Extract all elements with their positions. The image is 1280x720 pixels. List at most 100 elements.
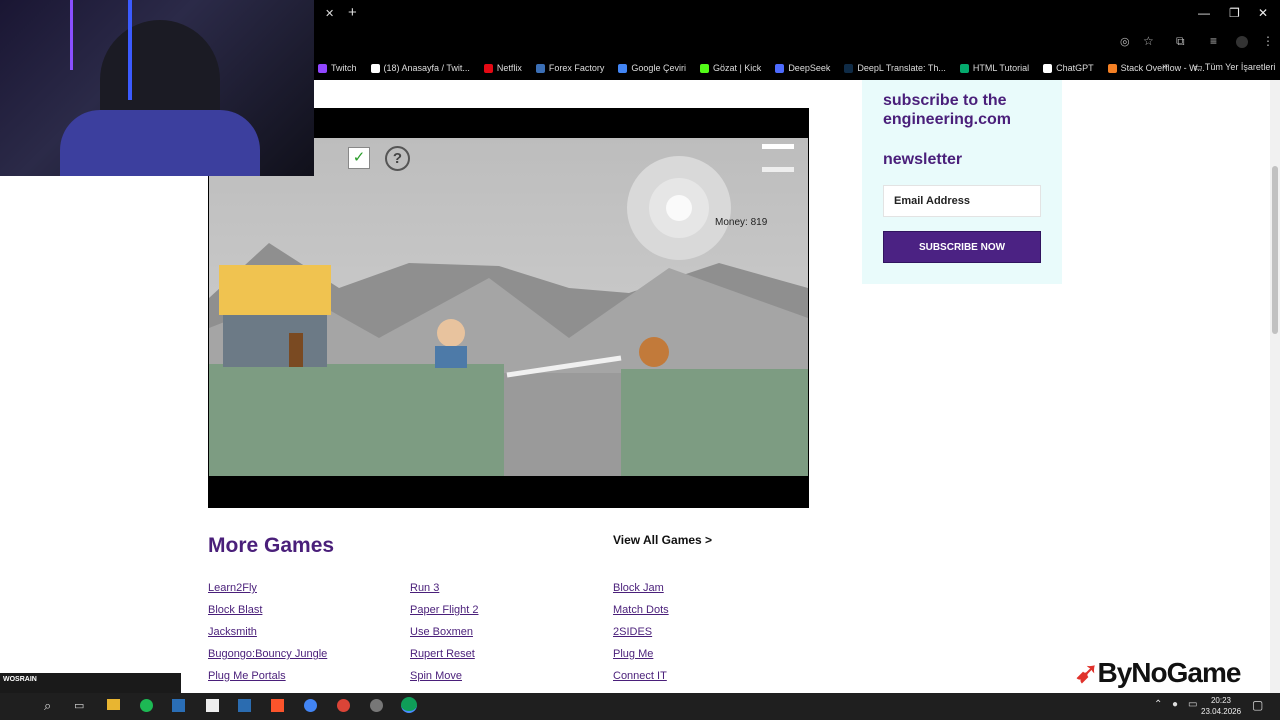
bookmark-label: Twitch (331, 63, 357, 73)
help-icon[interactable]: ? (385, 146, 410, 171)
led-strip (70, 0, 73, 70)
game-link[interactable]: Plug Me (613, 648, 653, 660)
menu-icon[interactable]: ⋮ (1262, 34, 1274, 48)
bookmark-icon (370, 63, 380, 73)
bookmark-label: ChatGPT (1056, 63, 1094, 73)
task-view-icon[interactable]: ▭ (74, 699, 84, 712)
game-link[interactable]: Bugongo:Bouncy Jungle (208, 648, 327, 660)
bookmark-item[interactable]: HTML Tutorial (959, 63, 1030, 73)
game-canvas[interactable]: ✓ ? Money: 819 (209, 138, 808, 476)
all-bookmarks[interactable]: ▭ Tüm Yer İşaretleri (1194, 62, 1275, 73)
brave-icon[interactable] (271, 699, 284, 712)
scrollbar-thumb[interactable] (1272, 166, 1278, 334)
game-link[interactable]: Connect IT (613, 670, 667, 682)
game-link[interactable]: Block Jam (613, 582, 664, 594)
game-link[interactable]: Block Blast (208, 604, 262, 616)
clock-time[interactable]: 20:23 (1201, 696, 1241, 705)
bookmark-icon (318, 63, 327, 73)
steam-icon[interactable] (172, 699, 185, 712)
stream-label: WOSRAIN (3, 676, 37, 683)
streamer-shirt (60, 110, 260, 176)
chrome-profile-icon[interactable] (337, 699, 350, 712)
bookmark-label: Forex Factory (548, 63, 605, 73)
bookmark-icon (775, 63, 785, 73)
bookmark-label: Gözat | Kick (712, 63, 762, 73)
tab-close-icon[interactable]: ✕ (325, 7, 334, 20)
bookmark-label: HTML Tutorial (972, 63, 1030, 73)
network-icon[interactable]: ▭ (1188, 699, 1197, 710)
minimize-icon[interactable]: — (1198, 6, 1210, 20)
clock-date[interactable]: 23.04.2026 (1201, 707, 1241, 716)
bookmark-label: Google Çeviri (631, 63, 686, 73)
pause-icon[interactable] (762, 144, 794, 172)
bookmark-item[interactable]: Stack Overflow - W... (1107, 63, 1205, 73)
game-link[interactable]: Paper Flight 2 (410, 604, 478, 616)
view-all-games-link[interactable]: View All Games > (613, 533, 712, 547)
game-link[interactable]: Match Dots (613, 604, 669, 616)
bynogame-logo: ➹ByNoGame (1075, 656, 1241, 689)
scrollbar[interactable] (1270, 80, 1280, 693)
file-explorer-icon[interactable] (107, 699, 120, 710)
bookmark-item[interactable]: Netflix (483, 63, 522, 73)
spotify-icon[interactable] (140, 699, 153, 712)
bookmark-item[interactable]: (18) Anasayfa / Twit... (370, 63, 470, 73)
bookmark-label: DeepL Translate: Th... (857, 63, 946, 73)
notifications-icon[interactable]: ▢ (1252, 698, 1263, 712)
newsletter-title-line2: engineering.com (883, 111, 1012, 128)
game-link[interactable]: 2SIDES (613, 626, 652, 638)
mic-icon[interactable]: ● (1172, 699, 1178, 710)
notion-icon[interactable] (206, 699, 219, 712)
newsletter-title-line3: newsletter (883, 151, 963, 168)
bookmark-icon (618, 63, 628, 73)
game-link[interactable]: Rupert Reset (410, 648, 475, 660)
chrome-active-icon[interactable] (401, 697, 417, 713)
bookmark-item[interactable]: Twitch (318, 63, 357, 73)
bookmark-label: (18) Anasayfa / Twit... (383, 63, 470, 73)
search-icon[interactable]: ⌕ (44, 698, 51, 714)
game-landscape (209, 156, 808, 476)
newsletter-title-line1: subscribe to the (883, 92, 1007, 109)
bookmark-icon (699, 63, 709, 73)
subscribe-button[interactable]: SUBSCRIBE NOW (883, 231, 1041, 263)
bookmark-icon (535, 63, 545, 73)
logo-text: ByNoGame (1097, 657, 1241, 688)
bookmark-item[interactable]: ChatGPT (1043, 63, 1094, 73)
tray-chevron-icon[interactable]: ⌃ (1154, 699, 1162, 710)
game-link[interactable]: Spin Move (410, 670, 462, 682)
restore-icon[interactable]: ❐ (1229, 6, 1240, 20)
game-link[interactable]: Learn2Fly (208, 582, 257, 594)
bookmark-item[interactable]: DeepL Translate: Th... (844, 63, 946, 73)
taskbar: WOSRAIN ⌕ ▭ ⌃ ● ▭ 20:23 23.04.2026 ▢ (0, 673, 1280, 720)
bookmark-icon (483, 63, 493, 73)
star-icon[interactable]: ☆ (1143, 34, 1154, 48)
game-link[interactable]: Use Boxmen (410, 626, 473, 638)
bookmark-icon (959, 63, 969, 73)
window-close-icon[interactable]: ✕ (1258, 6, 1268, 20)
money-label: Money: 819 (715, 217, 768, 228)
profile-avatar[interactable] (1236, 36, 1248, 48)
bookmark-icon (1107, 63, 1117, 73)
extensions-icon[interactable]: ⧉ (1176, 34, 1185, 49)
bookmark-item[interactable]: Google Çeviri (618, 63, 686, 73)
chrome-icon[interactable] (304, 699, 317, 712)
bookmark-item[interactable]: DeepSeek (775, 63, 830, 73)
email-field[interactable]: Email Address (883, 185, 1041, 217)
game-link[interactable]: Plug Me Portals (208, 670, 286, 682)
app-icon[interactable] (238, 699, 251, 712)
media-icon[interactable]: ≡ (1210, 34, 1217, 48)
game-link[interactable]: Run 3 (410, 582, 439, 594)
more-bookmarks-icon[interactable]: » (1162, 61, 1168, 72)
game-link[interactable]: Jacksmith (208, 626, 257, 638)
eye-off-icon[interactable]: ◎ (1120, 35, 1130, 48)
bookmark-label: Netflix (496, 63, 522, 73)
checkmark-button[interactable]: ✓ (348, 147, 370, 169)
bookmark-icon (1043, 63, 1053, 73)
stream-overlay: WOSRAIN (0, 673, 181, 693)
more-games-title: More Games (208, 534, 335, 557)
bookmark-label: DeepSeek (788, 63, 831, 73)
obs-icon[interactable] (370, 699, 383, 712)
bookmark-item[interactable]: Forex Factory (535, 63, 605, 73)
new-tab-button[interactable]: + (348, 4, 357, 21)
feather-icon: ➹ (1075, 657, 1098, 688)
bookmark-item[interactable]: Gözat | Kick (699, 63, 762, 73)
